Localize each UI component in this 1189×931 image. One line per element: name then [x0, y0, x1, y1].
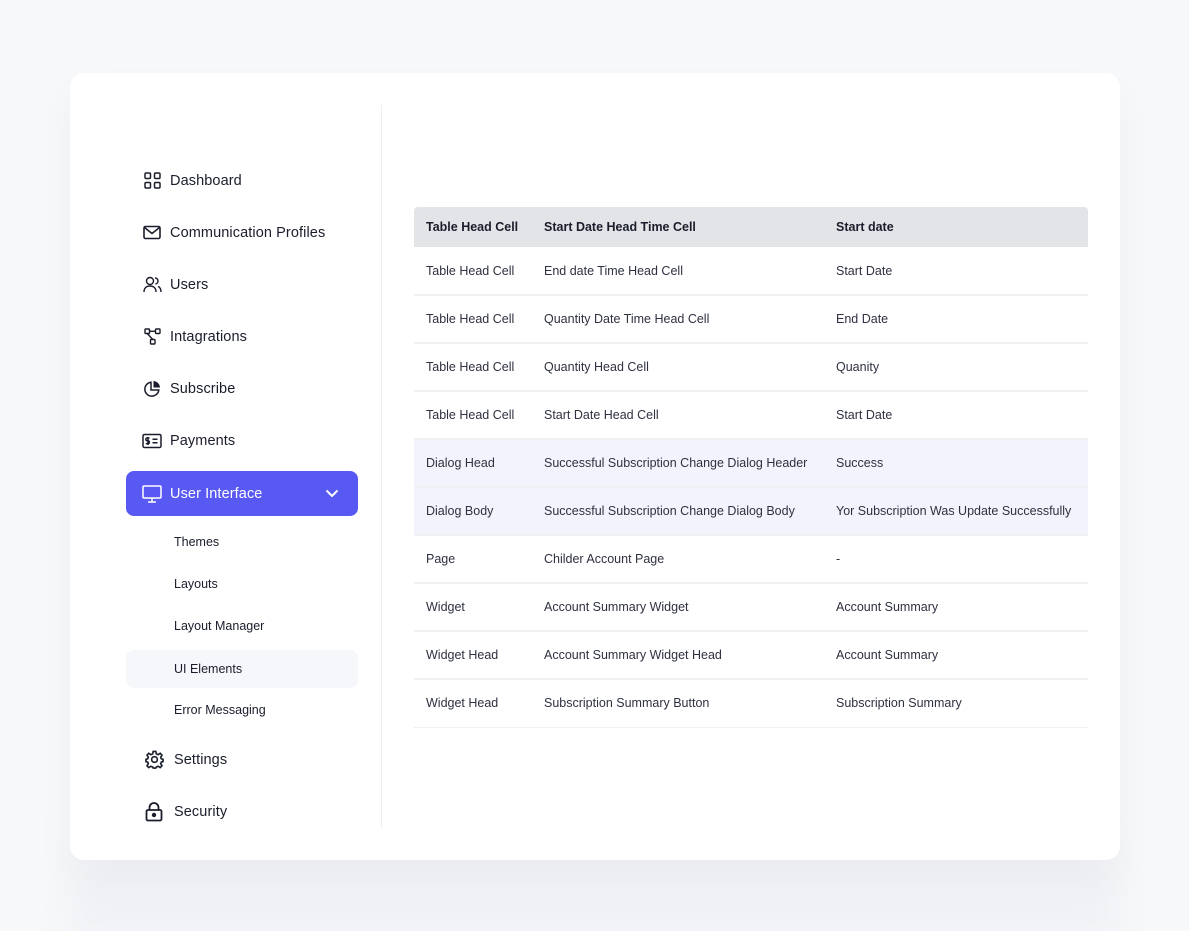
table-cell: End Date: [824, 295, 1088, 344]
table-header-cell[interactable]: Table Head Cell: [414, 207, 532, 247]
table-cell: Success: [824, 439, 1088, 488]
sidebar-item-label: Settings: [174, 751, 228, 768]
pie-chart-icon: [142, 379, 162, 399]
table-cell: Table Head Cell: [414, 247, 532, 296]
table-cell: Quantity Date Time Head Cell: [532, 295, 824, 344]
table-cell: Table Head Cell: [414, 295, 532, 344]
table-cell: Subscription Summary: [824, 679, 1088, 728]
table-cell: Page: [414, 535, 532, 584]
sidebar-subitem-layout-manager[interactable]: Layout Manager: [126, 607, 358, 645]
table-cell: Quantity Head Cell: [532, 343, 824, 392]
sidebar-subitem-ui-elements[interactable]: UI Elements: [126, 650, 358, 688]
sidebar-item-users[interactable]: Users: [126, 262, 358, 307]
sidebar-item-label: Dashboard: [170, 172, 242, 189]
table-cell: Childer Account Page: [532, 535, 824, 584]
table-cell: Quanity: [824, 343, 1088, 392]
mail-icon: [142, 223, 162, 243]
table-row-highlighted[interactable]: Dialog Body Successful Subscription Chan…: [414, 487, 1088, 536]
sidebar-item-label: Intagrations: [170, 328, 247, 345]
sidebar-item-label: Subscribe: [170, 380, 236, 397]
table-cell: Subscription Summary Button: [532, 679, 824, 728]
sidebar: Dashboard Communication Profiles Users I…: [126, 103, 358, 828]
lock-icon: [144, 801, 164, 822]
table-cell: Widget Head: [414, 631, 532, 680]
table-cell: Widget Head: [414, 679, 532, 728]
table-row[interactable]: Widget Head Account Summary Widget Head …: [414, 631, 1088, 680]
table-cell: Yor Subscription Was Update Successfully: [824, 487, 1088, 536]
table-cell: Account Summary Widget Head: [532, 631, 824, 680]
users-icon: [142, 275, 162, 295]
sidebar-item-label: Payments: [170, 432, 236, 449]
table-row[interactable]: Table Head Cell Start Date Head Cell Sta…: [414, 391, 1088, 440]
sidebar-item-integrations[interactable]: Intagrations: [126, 314, 358, 359]
gear-icon: [144, 750, 164, 770]
table-cell: -: [824, 535, 1088, 584]
integrations-icon: [142, 327, 162, 347]
sidebar-item-label: Users: [170, 276, 209, 293]
sidebar-subitem-error-messaging[interactable]: Error Messaging: [126, 691, 358, 729]
table-cell: Account Summary: [824, 631, 1088, 680]
table-cell: End date Time Head Cell: [532, 247, 824, 296]
sidebar-item-user-interface[interactable]: User Interface: [126, 471, 358, 516]
table-cell: Account Summary Widget: [532, 583, 824, 632]
table-row[interactable]: Table Head Cell End date Time Head Cell …: [414, 247, 1088, 296]
table-cell: Start Date Head Cell: [532, 391, 824, 440]
table-row-highlighted[interactable]: Dialog Head Successful Subscription Chan…: [414, 439, 1088, 488]
table-cell: Successful Subscription Change Dialog He…: [532, 439, 824, 488]
sidebar-item-dashboard[interactable]: Dashboard: [126, 158, 358, 203]
table-header-row: Table Head Cell Start Date Head Time Cel…: [414, 207, 1088, 247]
table-row[interactable]: Widget Head Subscription Summary Button …: [414, 679, 1088, 728]
table-cell: Dialog Head: [414, 439, 532, 488]
table-header-cell[interactable]: Start Date Head Time Cell: [532, 207, 824, 247]
sidebar-item-subscribe[interactable]: Subscribe: [126, 366, 358, 411]
sidebar-divider: [381, 105, 382, 828]
app-card: Dashboard Communication Profiles Users I…: [70, 73, 1120, 860]
monitor-icon: [142, 484, 162, 504]
sidebar-subitem-layouts[interactable]: Layouts: [126, 565, 358, 603]
table-row[interactable]: Table Head Cell Quantity Head Cell Quani…: [414, 343, 1088, 392]
table-row[interactable]: Table Head Cell Quantity Date Time Head …: [414, 295, 1088, 344]
table-cell: Table Head Cell: [414, 343, 532, 392]
table-row[interactable]: Page Childer Account Page -: [414, 535, 1088, 584]
table-cell: Table Head Cell: [414, 391, 532, 440]
sidebar-item-label: Security: [174, 803, 228, 820]
payment-icon: [142, 431, 162, 451]
table-cell: Dialog Body: [414, 487, 532, 536]
table-header-cell[interactable]: Start date: [824, 207, 1088, 247]
table-row[interactable]: Widget Account Summary Widget Account Su…: [414, 583, 1088, 632]
sidebar-item-settings[interactable]: Settings: [126, 737, 358, 782]
chevron-down-icon[interactable]: [322, 483, 342, 503]
table-cell: Successful Subscription Change Dialog Bo…: [532, 487, 824, 536]
sidebar-item-security[interactable]: Security: [126, 789, 358, 834]
sidebar-item-communication-profiles[interactable]: Communication Profiles: [126, 210, 358, 255]
table-cell: Widget: [414, 583, 532, 632]
ui-elements-table: Table Head Cell Start Date Head Time Cel…: [414, 207, 1088, 728]
sidebar-item-label: User Interface: [170, 485, 263, 502]
table-cell: Start Date: [824, 391, 1088, 440]
table-cell: Start Date: [824, 247, 1088, 296]
sidebar-subitem-themes[interactable]: Themes: [126, 523, 358, 561]
sidebar-item-label: Communication Profiles: [170, 224, 326, 241]
sidebar-item-payments[interactable]: Payments: [126, 418, 358, 463]
table-cell: Account Summary: [824, 583, 1088, 632]
dashboard-grid-icon: [142, 171, 162, 191]
